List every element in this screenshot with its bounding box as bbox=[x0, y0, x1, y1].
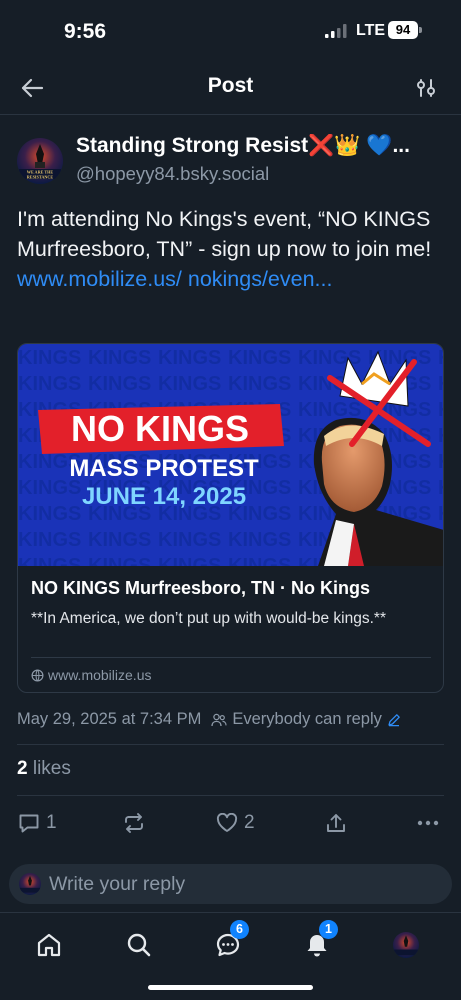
profile-avatar bbox=[393, 932, 419, 958]
heart-icon bbox=[216, 813, 238, 832]
notifications-badge: 1 bbox=[319, 920, 338, 939]
share-icon bbox=[327, 813, 345, 832]
status-time: 9:56 bbox=[64, 20, 107, 43]
divider bbox=[17, 795, 444, 796]
embed-title: NO KINGS Murfreesboro, TN · No Kings bbox=[31, 578, 371, 598]
author-name[interactable]: Standing Strong Resist❌👑 💙... bbox=[76, 134, 446, 158]
likes-label: likes bbox=[32, 758, 71, 779]
embed-image-date: JUNE 14, 2025 bbox=[82, 483, 246, 510]
cellular-signal-icon bbox=[325, 24, 347, 38]
like-count: 2 bbox=[244, 812, 255, 833]
author-avatar[interactable]: WE ARE THE RESISTANCE bbox=[17, 138, 63, 184]
my-avatar bbox=[19, 873, 41, 895]
battery-level: 94 bbox=[388, 21, 418, 39]
home-icon bbox=[37, 933, 61, 957]
embed-description: **In America, we don’t put up with would… bbox=[31, 610, 386, 627]
search-icon bbox=[127, 933, 151, 957]
share-button[interactable] bbox=[326, 805, 346, 841]
embed-divider bbox=[31, 657, 431, 658]
back-button[interactable] bbox=[14, 72, 50, 104]
network-label: LTE bbox=[356, 22, 386, 39]
tab-home[interactable] bbox=[27, 925, 71, 965]
embed-domain: www.mobilize.us bbox=[31, 667, 151, 683]
post-actions: 1 2 bbox=[0, 805, 461, 841]
comment-icon bbox=[19, 814, 39, 832]
tab-notifications[interactable]: 1 bbox=[295, 920, 339, 965]
embed-image-title: NO KINGS bbox=[71, 408, 249, 449]
home-indicator bbox=[148, 985, 313, 990]
reply-setting[interactable]: Everybody can reply bbox=[211, 710, 401, 729]
reply-button[interactable]: 1 bbox=[18, 805, 57, 841]
people-icon bbox=[211, 713, 227, 726]
repost-icon bbox=[125, 813, 143, 833]
embed-image-subtitle: MASS PROTEST bbox=[69, 455, 259, 482]
page-title: Post bbox=[207, 74, 254, 97]
tab-chat[interactable]: 6 bbox=[206, 920, 250, 965]
embed-domain-text: www.mobilize.us bbox=[48, 667, 152, 683]
more-options-button[interactable] bbox=[417, 805, 439, 841]
divider bbox=[17, 744, 444, 745]
reply-count: 1 bbox=[46, 812, 57, 833]
arrow-left-icon bbox=[21, 78, 44, 98]
reply-composer[interactable] bbox=[9, 864, 452, 904]
likes-number: 2 bbox=[17, 758, 28, 779]
post-link[interactable]: www.mobilize.us/ nokings/even... bbox=[17, 267, 332, 291]
status-bar: 9:56 LTE 94 bbox=[0, 0, 461, 60]
like-button[interactable]: 2 bbox=[216, 805, 255, 841]
svg-text:RESISTANCE: RESISTANCE bbox=[27, 175, 54, 180]
likes-count[interactable]: 2 likes bbox=[17, 758, 71, 780]
post-text: I'm attending No Kings's event, “NO KING… bbox=[17, 204, 447, 294]
globe-icon bbox=[31, 669, 44, 681]
reply-setting-label: Everybody can reply bbox=[232, 710, 382, 728]
embed-image: KINGS NO KINGS MASS PROTEST JUNE 14, 202… bbox=[18, 344, 443, 566]
bottom-tab-bar: 6 1 bbox=[0, 912, 461, 1000]
battery-icon: 94 bbox=[388, 21, 422, 39]
nav-header: Post bbox=[0, 60, 461, 115]
more-dots-icon bbox=[417, 820, 439, 826]
author-handle[interactable]: @hopeyy84.bsky.social bbox=[76, 163, 269, 185]
pencil-icon bbox=[388, 713, 400, 726]
link-embed-card[interactable]: KINGS NO KINGS MASS PROTEST JUNE 14, 202… bbox=[17, 343, 444, 693]
resistance-logo: WE ARE THE RESISTANCE bbox=[17, 138, 63, 184]
thread-options-button[interactable] bbox=[408, 72, 444, 104]
tab-search[interactable] bbox=[117, 925, 161, 965]
post-body: I'm attending No Kings's event, “NO KING… bbox=[17, 207, 432, 261]
tab-profile[interactable] bbox=[384, 925, 428, 965]
sliders-icon bbox=[417, 79, 435, 97]
chat-badge: 6 bbox=[230, 920, 249, 939]
post-timestamp: May 29, 2025 at 7:34 PM bbox=[17, 710, 202, 728]
repost-button[interactable] bbox=[123, 805, 151, 841]
reply-input[interactable] bbox=[49, 864, 439, 904]
post-meta: May 29, 2025 at 7:34 PM Everybody can re… bbox=[17, 710, 447, 729]
